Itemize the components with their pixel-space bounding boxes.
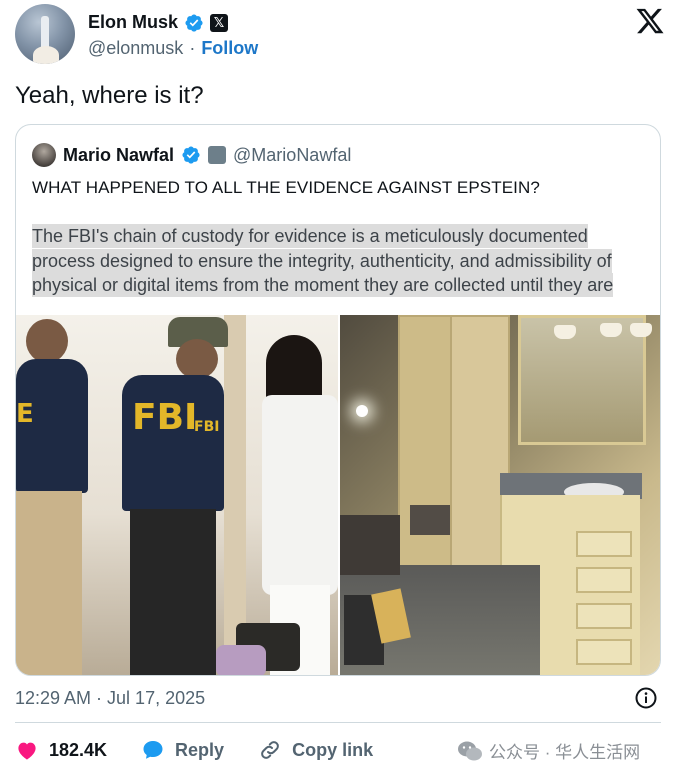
tweet-text: Yeah, where is it? [15, 82, 204, 109]
cabinet-drawer [576, 531, 632, 557]
quoted-title: WHAT HAPPENED TO ALL THE EVIDENCE AGAINS… [32, 178, 540, 197]
action-bar: 182.4K Reply Copy link [15, 736, 407, 764]
quoted-photos: E FBI FBI [16, 315, 660, 675]
author-name-row: Elon Musk 𝕏 [88, 12, 229, 33]
link-icon [261, 741, 279, 759]
agent-head [26, 319, 68, 363]
handle-separator: · [189, 38, 196, 58]
box [340, 515, 400, 575]
affiliate-badge-icon [208, 146, 227, 164]
quoted-tweet-card[interactable]: Mario Nawfal @MarioNawfal WHAT HAPPENED … [15, 124, 661, 676]
quoted-body-line: process designed to ensure the integrity… [32, 248, 612, 273]
author-handle[interactable]: @elonmusk [88, 38, 183, 59]
wechat-icon [458, 741, 482, 760]
like-count: 182.4K [49, 739, 108, 760]
agent-body [122, 375, 224, 511]
avatar-rocket [41, 16, 49, 50]
quoted-body: The FBI's chain of custody for evidence … [32, 224, 652, 298]
quoted-author-handle[interactable]: @MarioNawfal [233, 145, 351, 166]
quoted-header: Mario Nawfal @MarioNawfal [32, 143, 351, 167]
agent-legs [130, 509, 216, 675]
hallway-light [356, 405, 368, 417]
x-logo-icon[interactable] [635, 6, 665, 36]
author-handle-row: @elonmusk · Follow [88, 38, 258, 59]
author-avatar[interactable] [15, 4, 75, 64]
agent-head [176, 339, 218, 379]
quoted-author-name[interactable]: Mario Nawfal [63, 145, 174, 166]
photo-fbi-agents[interactable]: E FBI FBI [16, 315, 338, 675]
reply-button[interactable]: Reply [141, 738, 224, 762]
woman-coat [262, 395, 338, 595]
agent-legs [16, 491, 82, 675]
watermark-text: 公众号 · 华人生活网 [489, 743, 641, 762]
like-button[interactable]: 182.4K [15, 738, 107, 762]
purple-bag [216, 645, 266, 675]
fbi-lettering: FBI [194, 419, 220, 435]
photo-bathroom[interactable] [340, 315, 660, 675]
photo-pillar [224, 315, 246, 675]
copy-link-button[interactable]: Copy link [258, 738, 373, 762]
copy-link-label: Copy link [292, 739, 374, 760]
divider [15, 722, 661, 723]
avatar-plume [33, 46, 59, 64]
mirror [518, 315, 646, 445]
wall-lamp [630, 323, 652, 337]
follow-button[interactable]: Follow [201, 38, 258, 59]
speech-bubble-icon [143, 741, 163, 759]
wechat-watermark: 公众号 · 华人生活网 [457, 738, 640, 763]
x-premium-badge-icon: 𝕏 [210, 13, 229, 32]
cabinet-drawer [576, 567, 632, 593]
quoted-avatar[interactable] [32, 143, 56, 167]
cabinet-drawer [576, 603, 632, 629]
quoted-body-line: physical or digital items from the momen… [32, 273, 614, 297]
reply-label: Reply [175, 739, 225, 760]
author-name[interactable]: Elon Musk [88, 12, 178, 33]
wall-lamp [554, 325, 576, 339]
fbi-lettering: FBI [132, 397, 198, 438]
cabinet-drawer [576, 639, 632, 665]
verified-badge-icon [182, 146, 200, 164]
info-icon[interactable] [634, 686, 658, 710]
fbi-lettering: E [16, 399, 34, 429]
timestamp[interactable]: 12:29 AM · Jul 17, 2025 [15, 688, 205, 709]
verified-badge-icon [185, 13, 203, 32]
quoted-body-line: The FBI's chain of custody for evidence … [32, 224, 588, 248]
heart-icon [18, 742, 36, 760]
tweet-header: Elon Musk 𝕏 @elonmusk · Follow [15, 4, 665, 66]
debris-item [410, 505, 450, 535]
wall-lamp [600, 323, 622, 337]
